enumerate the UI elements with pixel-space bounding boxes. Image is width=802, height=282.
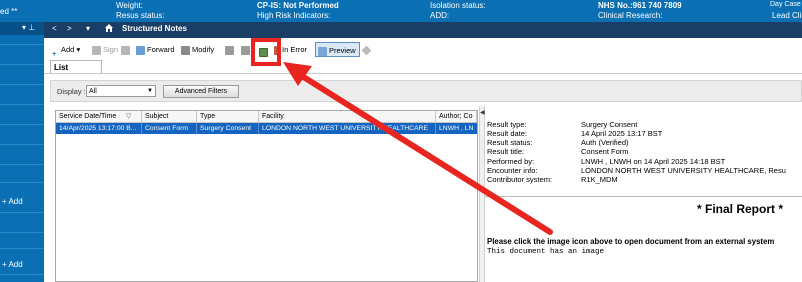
- field-value: R1K_MDM: [581, 175, 618, 184]
- tag-button[interactable]: [361, 42, 372, 57]
- sidebar-add-button-1[interactable]: + Add: [2, 197, 23, 206]
- structured-notes-titlebar: < > ▾ Structured Notes: [44, 22, 802, 38]
- edit-icon: [181, 45, 190, 55]
- sign-button[interactable]: Sign: [92, 42, 118, 57]
- page-title: Structured Notes: [122, 24, 187, 33]
- modify-button[interactable]: Modify: [181, 42, 214, 57]
- forward-nav-button[interactable]: >: [67, 24, 72, 33]
- modify-label: Modify: [192, 45, 215, 54]
- add-button[interactable]: + Add ▾: [52, 42, 81, 58]
- forward-label: Forward: [147, 45, 175, 54]
- column-header-type[interactable]: Type: [197, 111, 259, 123]
- back-button[interactable]: <: [52, 24, 57, 33]
- copy-button[interactable]: [225, 42, 236, 57]
- banner-lead-clin: Lead Clin: [772, 11, 802, 20]
- pin-icon[interactable]: ▾ ⊥: [22, 23, 35, 32]
- banner-isolation: Isolation status:: [430, 1, 486, 10]
- field-value: Surgery Consent: [581, 120, 638, 129]
- nav-menu-dropdown[interactable]: ▾: [86, 24, 90, 33]
- column-header-facility[interactable]: Facility: [259, 111, 436, 123]
- chevron-down-icon: ▾: [76, 45, 81, 54]
- field-value: 14 April 2025 13:17 BST: [581, 129, 663, 138]
- print-icon: [241, 45, 250, 55]
- table-row[interactable]: 14/Apr/2025 13:17:00 B... Consent Form S…: [56, 123, 477, 134]
- banner-cpis: CP-IS: Not Performed: [257, 1, 339, 10]
- column-header-service-date[interactable]: Service Date/Time ▽: [56, 111, 142, 123]
- forward-button[interactable]: Forward: [136, 42, 175, 57]
- error-icon: [274, 45, 280, 55]
- sign-label: Sign: [103, 45, 119, 54]
- display-label: Display :: [57, 87, 86, 96]
- chevron-down-icon: ▼: [147, 88, 153, 94]
- banner-weight: Weight:: [116, 1, 143, 10]
- field-value: Consent Form: [581, 147, 629, 156]
- in-error-label: In Error: [282, 45, 308, 54]
- external-document-message: Please click the image icon above to ope…: [487, 237, 775, 246]
- advanced-filters-button[interactable]: Advanced Filters: [163, 85, 239, 98]
- preview-icon: [318, 46, 327, 56]
- sign-icon: [92, 45, 101, 55]
- field-label: Performed by:: [487, 157, 535, 166]
- field-value: LNWH , LNWH on 14 April 2025 14:18 BST: [581, 157, 726, 166]
- display-selected-value: All: [89, 88, 97, 95]
- banner-nhs-number: NHS No.:961 740 7809: [598, 1, 682, 10]
- in-error-button[interactable]: In Error: [274, 42, 307, 57]
- preview-button[interactable]: Preview: [315, 42, 360, 57]
- sidebar-add-button-2[interactable]: + Add: [2, 260, 23, 269]
- banner-resus: Resus status:: [116, 11, 165, 20]
- field-label: Result title:: [487, 147, 525, 156]
- preview-label: Preview: [329, 46, 356, 55]
- filter-bar: Display : All ▼ Advanced Filters: [50, 80, 802, 102]
- field-label: Contributor system:: [487, 175, 553, 184]
- field-label: Result type:: [487, 120, 527, 129]
- tag-icon: [361, 45, 372, 55]
- field-label: Result date:: [487, 129, 528, 138]
- banner-add: ADD:: [430, 11, 450, 20]
- document-image-note: This document has an image: [487, 248, 605, 256]
- add-label: Add: [61, 45, 75, 54]
- tab-list[interactable]: List: [50, 60, 102, 74]
- display-select[interactable]: All ▼: [86, 85, 156, 97]
- sort-icon: ▽: [126, 113, 132, 120]
- document-icon: [121, 45, 130, 55]
- field-label: Encounter info:: [487, 166, 538, 175]
- left-sidebar: ▾ ⊥ + Add + Add: [0, 22, 44, 282]
- home-icon[interactable]: [104, 23, 114, 35]
- results-table: Service Date/Time ▽ Subject Type Facilit…: [55, 110, 478, 282]
- collapse-arrow-icon[interactable]: ◀: [480, 109, 485, 116]
- cell-author: LNWH , LN: [439, 125, 474, 132]
- final-report-heading: * Final Report *: [697, 202, 784, 216]
- cell-facility: LONDON NORTH WEST UNIVERSITY HEALTHCARE: [259, 123, 436, 134]
- patient-banner: ed ** Weight: Resus status: CP-IS: Not P…: [0, 0, 802, 22]
- forward-icon: [136, 45, 145, 55]
- column-header-subject[interactable]: Subject: [142, 111, 197, 123]
- image-button[interactable]: [259, 44, 270, 59]
- cell-service-date: 14/Apr/2025 13:17:00 B...: [56, 123, 142, 134]
- field-value: LONDON NORTH WEST UNIVERSITY HEALTHCARE,…: [581, 166, 786, 175]
- image-icon: [259, 47, 268, 57]
- field-label: Result status:: [487, 138, 533, 147]
- banner-clinical-research: Clinical Research:: [598, 11, 663, 20]
- banner-high-risk: High Risk Indicators:: [257, 11, 331, 20]
- column-header-author[interactable]: Author; Co: [436, 111, 477, 123]
- banner-name-fragment: ed **: [0, 7, 18, 16]
- copy-icon: [225, 45, 234, 55]
- banner-day-case: Day Case: [770, 1, 801, 8]
- notes-toolbar: + Add ▾ Sign Forward Modify In Error Prev…: [50, 42, 410, 58]
- field-value: Auth (Verified): [581, 138, 629, 147]
- unknown-disabled-button[interactable]: [121, 42, 132, 57]
- cell-subject: Consent Form: [142, 123, 197, 134]
- print-button[interactable]: [241, 42, 252, 57]
- preview-pane: Result type: Surgery Consent Result date…: [485, 106, 802, 282]
- cell-type: Surgery Consent: [197, 123, 259, 134]
- add-icon: +: [52, 48, 57, 58]
- sidebar-header: ▾ ⊥: [0, 22, 44, 35]
